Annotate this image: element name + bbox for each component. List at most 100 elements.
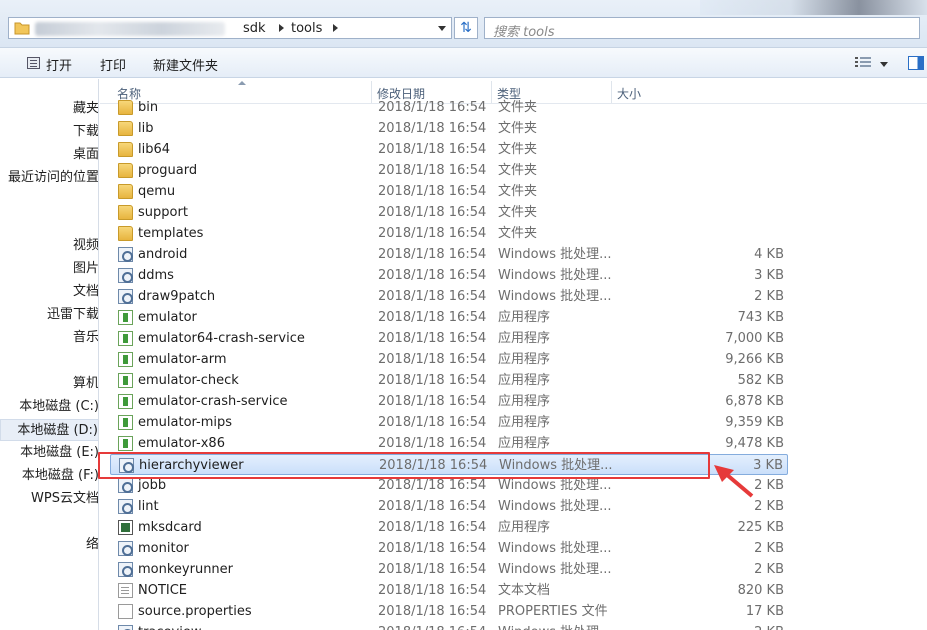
preview-pane-icon[interactable]: [908, 56, 924, 70]
file-type: 文件夹: [498, 163, 538, 178]
file-name: qemu: [138, 184, 176, 199]
folder-icon: [118, 226, 133, 241]
file-row[interactable]: support 2018/1/18 16:54 文件夹: [110, 202, 788, 223]
file-type: 应用程序: [498, 436, 551, 451]
file-row[interactable]: proguard 2018/1/18 16:54 文件夹: [110, 160, 788, 181]
new-folder-button[interactable]: 新建文件夹: [153, 55, 218, 74]
breadcrumb-tools[interactable]: tools: [291, 21, 322, 36]
application-icon: [118, 352, 133, 367]
nav-item[interactable]: 络: [0, 534, 99, 556]
folder-icon: [118, 142, 133, 157]
file-row[interactable]: emulator64-crash-service 2018/1/18 16:54 应…: [110, 328, 788, 349]
file-date: 2018/1/18 16:54: [378, 100, 487, 115]
file-row[interactable]: lint 2018/1/18 16:54 Windows 批处理... 2 KB: [110, 496, 788, 517]
file-type: Windows 批处理...: [498, 247, 612, 262]
nav-item[interactable]: 本地磁盘 (D:): [0, 419, 98, 441]
nav-item[interactable]: 本地磁盘 (C:): [0, 396, 98, 418]
file-row[interactable]: emulator-crash-service 2018/1/18 16:54 应用程…: [110, 391, 788, 412]
file-row[interactable]: emulator 2018/1/18 16:54 应用程序 743 KB: [110, 307, 788, 328]
file-name: bin: [138, 100, 159, 115]
file-size: 2 KB: [754, 289, 784, 304]
file-name: emulator-check: [138, 373, 239, 388]
nav-item[interactable]: 桌面: [0, 144, 98, 166]
open-button[interactable]: 打开: [46, 55, 72, 74]
file-type: 应用程序: [498, 310, 551, 325]
file-name: lib64: [138, 142, 171, 157]
file-row[interactable]: traceview 2018/1/18 16:54 Windows 批处理... 2 …: [110, 622, 788, 630]
nav-item[interactable]: 本地磁盘 (E:): [0, 442, 99, 464]
file-name: emulator-mips: [138, 415, 233, 430]
nav-item[interactable]: 图片: [0, 258, 98, 280]
nav-item[interactable]: 迅雷下载: [0, 304, 98, 326]
nav-item-label: 音乐: [72, 330, 99, 345]
batch-file-icon: [118, 541, 133, 556]
file-row[interactable]: emulator-mips 2018/1/18 16:54 应用程序 9,359 KB: [110, 412, 788, 433]
file-date: 2018/1/18 16:54: [378, 121, 487, 136]
file-row[interactable]: qemu 2018/1/18 16:54 文件夹: [110, 181, 788, 202]
file-row[interactable]: android 2018/1/18 16:54 Windows 批处理... 4 KB: [110, 244, 788, 265]
view-options-icon[interactable]: [855, 56, 871, 69]
application-icon: [118, 331, 133, 346]
file-row[interactable]: monkeyrunner 2018/1/18 16:54 Windows 批处理..…: [110, 559, 788, 580]
nav-item-label: 最近访问的位置: [7, 170, 99, 185]
file-date: 2018/1/18 16:54: [378, 373, 487, 388]
nav-item-label: 藏夹: [72, 101, 99, 116]
nav-item[interactable]: WPS云文档: [0, 488, 98, 510]
file-row[interactable]: emulator-arm 2018/1/18 16:54 应用程序 9,266 KB: [110, 349, 788, 370]
nav-item-label: 本地磁盘 (E:): [20, 445, 99, 460]
file-row[interactable]: monitor 2018/1/18 16:54 Windows 批处理... 2 KB: [110, 538, 788, 559]
file-name: traceview: [138, 622, 202, 630]
file-row[interactable]: lib64 2018/1/18 16:54 文件夹: [110, 139, 788, 160]
file-date: 2018/1/18 16:54: [378, 541, 487, 556]
file-size: 3 KB: [754, 268, 784, 283]
refresh-icon: ⇅: [460, 20, 472, 36]
nav-item[interactable]: 本地磁盘 (F:): [0, 465, 98, 487]
print-button[interactable]: 打印: [100, 55, 126, 74]
chevron-right-icon[interactable]: [279, 24, 284, 32]
file-row[interactable]: emulator-x86 2018/1/18 16:54 应用程序 9,478 KB: [110, 433, 788, 454]
refresh-button[interactable]: ⇅: [454, 17, 478, 39]
file-type: 应用程序: [498, 415, 551, 430]
nav-item[interactable]: 下载: [0, 121, 98, 143]
breadcrumb-sdk[interactable]: sdk: [243, 21, 266, 36]
nav-item-label: 络: [85, 537, 99, 552]
file-name: lint: [138, 499, 159, 514]
file-size: 3 KB: [753, 458, 783, 473]
address-bar-area: sdk tools ⇅ 搜索 tools: [0, 0, 927, 48]
file-type: 应用程序: [498, 394, 551, 409]
file-row[interactable]: NOTICE 2018/1/18 16:54 文本文档 820 KB: [110, 580, 788, 601]
file-row[interactable]: templates 2018/1/18 16:54 文件夹: [110, 223, 788, 244]
file-size: 225 KB: [737, 520, 784, 535]
address-bar[interactable]: sdk tools: [8, 17, 452, 39]
nav-item[interactable]: 视频: [0, 235, 98, 257]
file-type: 应用程序: [498, 331, 551, 346]
file-row[interactable]: ddms 2018/1/18 16:54 Windows 批处理... 3 KB: [110, 265, 788, 286]
navigation-pane: 藏夹 下载 桌面 最近访问的位置 视频 图片 文档 迅雷下载 音乐 算机 本地磁盘 (C:) 本地磁盘…: [0, 79, 99, 630]
nav-item[interactable]: 藏夹: [0, 98, 99, 120]
file-name: source.properties: [138, 604, 252, 619]
chevron-right-icon[interactable]: [333, 24, 338, 32]
file-row[interactable]: lib 2018/1/18 16:54 文件夹: [110, 118, 788, 139]
folder-icon: [118, 184, 133, 199]
nav-item[interactable]: 文档: [0, 281, 98, 303]
folder-icon: [118, 100, 133, 115]
chevron-down-icon[interactable]: [438, 26, 446, 31]
file-date: 2018/1/18 16:54: [378, 394, 487, 409]
file-row[interactable]: emulator-check 2018/1/18 16:54 应用程序 582 KB: [110, 370, 788, 391]
nav-item-label: 算机: [72, 376, 99, 391]
chevron-down-icon[interactable]: [880, 62, 888, 67]
nav-item[interactable]: 最近访问的位置: [0, 167, 99, 189]
search-input[interactable]: 搜索 tools: [484, 17, 920, 40]
file-type: Windows 批处理...: [498, 562, 612, 577]
folder-icon: [118, 163, 133, 178]
file-row[interactable]: source.properties 2018/1/18 16:54 PROPERTI…: [110, 601, 788, 622]
file-row[interactable]: draw9patch 2018/1/18 16:54 Windows 批处理... 2…: [110, 286, 788, 307]
file-row[interactable]: bin 2018/1/18 16:54 文件夹: [110, 97, 788, 118]
nav-item[interactable]: 音乐: [0, 327, 99, 349]
file-row[interactable]: mksdcard 2018/1/18 16:54 应用程序 225 KB: [110, 517, 788, 538]
file-size: 9,478 KB: [725, 436, 784, 451]
file-type: 应用程序: [498, 520, 551, 535]
nav-item[interactable]: 算机: [0, 373, 99, 395]
file-size: 820 KB: [737, 583, 784, 598]
file-date: 2018/1/18 16:54: [378, 142, 487, 157]
